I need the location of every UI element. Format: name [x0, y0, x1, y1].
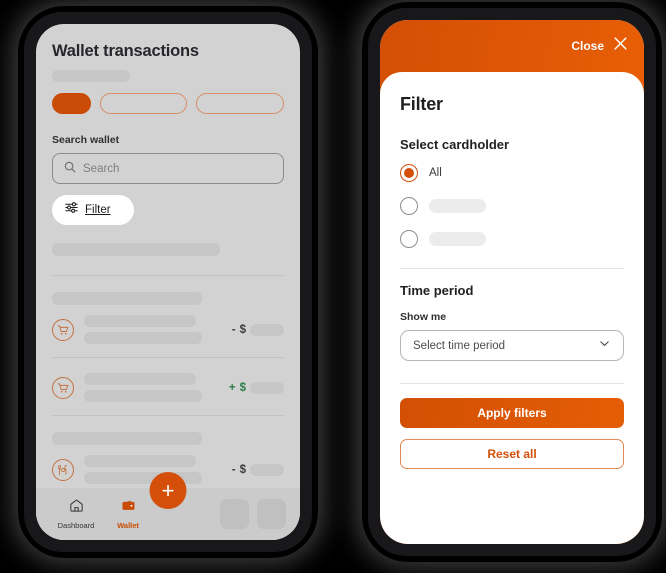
cardholder-section-title: Select cardholder: [400, 137, 510, 152]
txn-amount-currency: $: [239, 463, 246, 476]
txn-amount: - $: [231, 323, 284, 336]
phone-left-frame: Wallet transactions Search wallet Search…: [24, 12, 312, 552]
plus-icon: +: [161, 477, 175, 503]
tab-dashboard[interactable]: Dashboard: [50, 498, 102, 530]
txn-merchant-placeholder: [84, 373, 196, 385]
txn-group-date-placeholder-1: [52, 292, 202, 305]
filter-chip-3[interactable]: [196, 93, 284, 114]
txn-amount-currency: $: [239, 381, 246, 394]
radio-icon[interactable]: [400, 230, 418, 248]
page-title: Wallet transactions: [52, 42, 199, 60]
close-icon[interactable]: [613, 36, 628, 56]
show-me-label: Show me: [400, 311, 447, 323]
txn-group-date-placeholder-2: [52, 432, 202, 445]
reset-all-label: Reset all: [487, 447, 537, 461]
list-divider-2: [52, 357, 284, 358]
shopping-cart-icon: [52, 376, 74, 399]
reset-all-button[interactable]: Reset all: [400, 439, 624, 469]
search-label: Search wallet: [52, 134, 120, 146]
tab-placeholder-3[interactable]: [220, 499, 249, 529]
cardholder-option-3-placeholder: [429, 232, 486, 246]
wallet-icon: [121, 498, 136, 518]
sheet-divider-1: [400, 268, 624, 269]
txn-detail-placeholder: [84, 390, 202, 402]
txn-amount-placeholder: [250, 323, 284, 336]
radio-icon[interactable]: [400, 164, 418, 182]
sheet-title: Filter: [400, 94, 443, 114]
time-period-select-value: Select time period: [413, 339, 506, 352]
time-period-section-title: Time period: [400, 283, 474, 298]
cardholder-option-3[interactable]: [400, 230, 624, 248]
tab-wallet-label: Wallet: [117, 521, 139, 530]
filter-modal-screen: Close Filter Select cardholder All Time …: [380, 20, 644, 544]
tab-dashboard-label: Dashboard: [57, 521, 95, 530]
search-input[interactable]: Search: [52, 153, 284, 184]
wallet-transactions-screen: Wallet transactions Search wallet Search…: [36, 24, 300, 540]
restaurant-icon: [52, 458, 74, 481]
cardholder-option-all[interactable]: All: [400, 164, 624, 182]
txn-amount-currency: $: [239, 323, 246, 336]
apply-filters-label: Apply filters: [477, 406, 547, 420]
txn-amount-sign: -: [231, 463, 236, 476]
page-subtitle-placeholder: [52, 70, 130, 82]
bottom-tab-bar: Dashboard Wallet +: [36, 472, 300, 540]
add-transaction-fab[interactable]: +: [149, 472, 187, 509]
txn-amount: - $: [231, 463, 284, 476]
time-period-select[interactable]: Select time period: [400, 330, 624, 361]
txn-amount-placeholder: [250, 381, 284, 394]
cardholder-option-2[interactable]: [400, 197, 624, 215]
filter-chip-2[interactable]: [99, 93, 188, 114]
txn-merchant-placeholder: [84, 455, 196, 467]
txn-amount-placeholder: [250, 463, 284, 476]
filter-button[interactable]: Filter: [52, 195, 134, 225]
filter-chip-selected[interactable]: [52, 93, 91, 114]
txn-amount-sign: -: [231, 323, 236, 336]
table-row[interactable]: + $: [52, 373, 284, 402]
filter-button-label: Filter: [85, 204, 111, 216]
search-placeholder: Search: [83, 162, 120, 175]
sliders-icon: [65, 201, 78, 219]
txn-amount-sign: +: [228, 381, 236, 394]
txn-text-placeholders: [84, 373, 219, 402]
screenshot-stage: Wallet transactions Search wallet Search…: [0, 0, 666, 573]
apply-filters-button[interactable]: Apply filters: [400, 398, 624, 428]
close-label[interactable]: Close: [571, 39, 604, 53]
list-header-placeholder: [52, 243, 220, 256]
txn-detail-placeholder: [84, 332, 202, 344]
home-icon: [69, 498, 84, 518]
cardholder-option-all-label: All: [429, 167, 442, 179]
radio-icon[interactable]: [400, 197, 418, 215]
txn-text-placeholders: [84, 315, 222, 344]
table-row[interactable]: - $: [52, 315, 284, 344]
shopping-cart-icon: [52, 318, 74, 341]
list-divider-1: [52, 275, 284, 276]
chevron-down-icon: [598, 337, 611, 355]
tab-wallet[interactable]: Wallet: [102, 498, 154, 530]
txn-amount: + $: [228, 381, 284, 394]
modal-header: Close: [380, 20, 644, 78]
cardholder-option-2-placeholder: [429, 199, 486, 213]
filter-sheet: Filter Select cardholder All Time period…: [380, 72, 644, 544]
txn-merchant-placeholder: [84, 315, 196, 327]
tab-placeholder-4[interactable]: [257, 499, 286, 529]
phone-right-frame: Close Filter Select cardholder All Time …: [368, 8, 656, 556]
sheet-divider-2: [400, 383, 624, 384]
list-divider-3: [52, 415, 284, 416]
search-icon: [64, 160, 76, 178]
filter-chip-row: [52, 93, 284, 114]
